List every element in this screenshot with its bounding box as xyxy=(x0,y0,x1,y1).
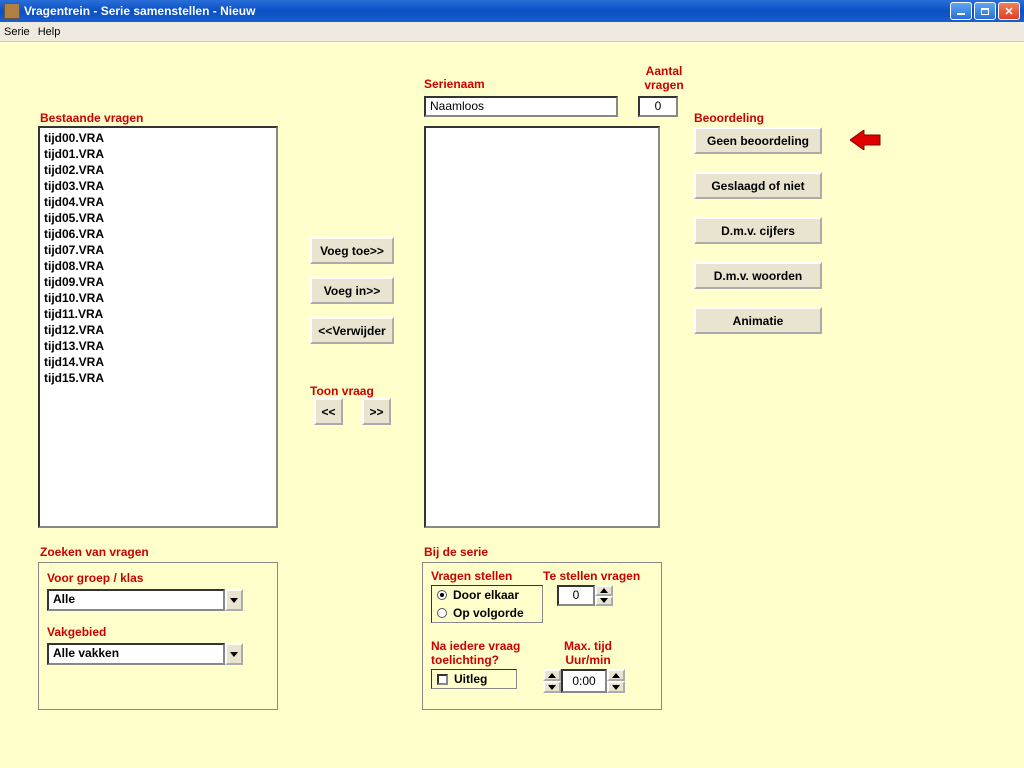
na-iedere-label: Na iedere vraag toelichting? xyxy=(431,639,541,667)
tijd-spin-hour[interactable] xyxy=(543,669,561,693)
menu-serie[interactable]: Serie xyxy=(4,26,30,38)
serienaam-label: Serienaam xyxy=(424,77,485,91)
spin-up-icon[interactable] xyxy=(543,669,561,681)
aantal-vragen-label: Aantal vragen xyxy=(634,64,694,92)
spin-down-icon[interactable] xyxy=(607,681,625,693)
beoordeling-grades-button[interactable]: D.m.v. cijfers xyxy=(694,217,822,244)
zoeken-group: Voor groep / klas Alle Vakgebied Alle va… xyxy=(38,562,278,710)
radio-op-label: Op volgorde xyxy=(453,606,524,620)
groep-selected: Alle xyxy=(47,589,225,611)
next-question-button[interactable]: >> xyxy=(362,398,391,425)
checkbox-icon xyxy=(437,674,448,685)
window-title: Vragentrein - Serie samenstellen - Nieuw xyxy=(24,4,255,18)
list-item[interactable]: tijd13.VRA xyxy=(44,338,272,354)
menubar: Serie Help xyxy=(0,22,1024,42)
vakgebied-label: Vakgebied xyxy=(47,625,269,639)
list-item[interactable]: tijd07.VRA xyxy=(44,242,272,258)
bij-serie-label: Bij de serie xyxy=(424,545,488,559)
radio-door-label: Door elkaar xyxy=(453,588,519,602)
red-arrow-icon xyxy=(850,130,882,150)
remove-button[interactable]: <<Verwijder xyxy=(310,317,394,344)
radio-door-elkaar[interactable]: Door elkaar xyxy=(432,586,542,604)
list-item[interactable]: tijd02.VRA xyxy=(44,162,272,178)
tijd-spin-min[interactable] xyxy=(607,669,625,693)
chevron-down-icon xyxy=(230,652,238,657)
groep-dropdown-arrow[interactable] xyxy=(225,589,243,611)
zoeken-label: Zoeken van vragen xyxy=(40,545,149,559)
vragen-stellen-label: Vragen stellen xyxy=(431,569,543,583)
spin-down-icon[interactable] xyxy=(595,596,613,607)
list-item[interactable]: tijd04.VRA xyxy=(44,194,272,210)
spin-down-icon[interactable] xyxy=(543,681,561,693)
add-button[interactable]: Voeg toe>> xyxy=(310,237,394,264)
list-item[interactable]: tijd01.VRA xyxy=(44,146,272,162)
uitleg-label: Uitleg xyxy=(454,672,487,686)
vak-dropdown-arrow[interactable] xyxy=(225,643,243,665)
existing-questions-label: Bestaande vragen xyxy=(40,111,143,125)
spin-up-icon[interactable] xyxy=(607,669,625,681)
radio-icon xyxy=(437,590,447,600)
serienaam-input[interactable]: Naamloos xyxy=(424,96,618,117)
list-item[interactable]: tijd10.VRA xyxy=(44,290,272,306)
list-item[interactable]: tijd03.VRA xyxy=(44,178,272,194)
list-item[interactable]: tijd15.VRA xyxy=(44,370,272,386)
list-item[interactable]: tijd14.VRA xyxy=(44,354,272,370)
beoordeling-pass-button[interactable]: Geslaagd of niet xyxy=(694,172,822,199)
window-titlebar: Vragentrein - Serie samenstellen - Nieuw… xyxy=(0,0,1024,22)
prev-question-button[interactable]: << xyxy=(314,398,343,425)
beoordeling-words-button[interactable]: D.m.v. woorden xyxy=(694,262,822,289)
list-item[interactable]: tijd12.VRA xyxy=(44,322,272,338)
list-item[interactable]: tijd08.VRA xyxy=(44,258,272,274)
beoordeling-label: Beoordeling xyxy=(694,111,764,125)
groep-dropdown[interactable]: Alle xyxy=(47,589,243,611)
serie-list[interactable] xyxy=(424,126,660,528)
minimize-button[interactable] xyxy=(950,2,972,20)
te-stellen-label: Te stellen vragen xyxy=(543,569,653,583)
show-question-label: Toon vraag xyxy=(310,384,374,398)
insert-button[interactable]: Voeg in>> xyxy=(310,277,394,304)
aantal-vragen-value: 0 xyxy=(638,96,678,117)
list-item[interactable]: tijd06.VRA xyxy=(44,226,272,242)
list-item[interactable]: tijd05.VRA xyxy=(44,210,272,226)
chevron-down-icon xyxy=(230,598,238,603)
close-button[interactable]: ✕ xyxy=(998,2,1020,20)
voor-groep-label: Voor groep / klas xyxy=(47,571,269,585)
beoordeling-anim-button[interactable]: Animatie xyxy=(694,307,822,334)
vak-selected: Alle vakken xyxy=(47,643,225,665)
radio-icon xyxy=(437,608,447,618)
maximize-button[interactable] xyxy=(974,2,996,20)
spin-up-icon[interactable] xyxy=(595,585,613,596)
tijd-value[interactable]: 0:00 xyxy=(561,669,607,693)
vak-dropdown[interactable]: Alle vakken xyxy=(47,643,243,665)
te-stellen-spinner[interactable] xyxy=(595,585,613,606)
list-item[interactable]: tijd11.VRA xyxy=(44,306,272,322)
app-icon xyxy=(4,3,20,19)
existing-questions-list[interactable]: tijd00.VRAtijd01.VRAtijd02.VRAtijd03.VRA… xyxy=(38,126,278,528)
bij-serie-group: Vragen stellen Door elkaar Op volgorde T… xyxy=(422,562,662,710)
te-stellen-value[interactable]: 0 xyxy=(557,585,595,606)
list-item[interactable]: tijd00.VRA xyxy=(44,130,272,146)
menu-help[interactable]: Help xyxy=(38,26,61,38)
uitleg-checkbox-row[interactable]: Uitleg xyxy=(432,670,516,688)
beoordeling-none-button[interactable]: Geen beoordeling xyxy=(694,127,822,154)
list-item[interactable]: tijd09.VRA xyxy=(44,274,272,290)
radio-op-volgorde[interactable]: Op volgorde xyxy=(432,604,542,622)
max-tijd-label: Max. tijd Uur/min xyxy=(543,639,633,667)
